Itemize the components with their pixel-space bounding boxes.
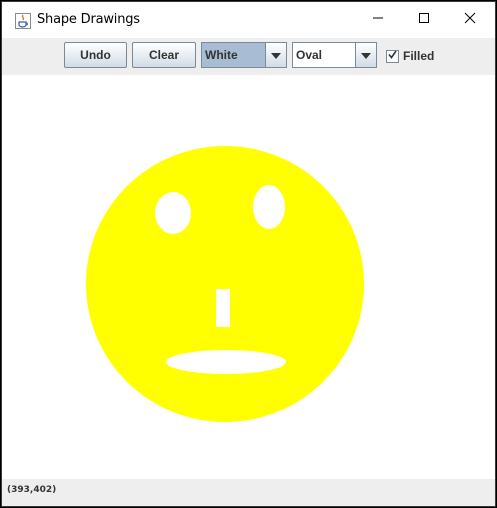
close-icon [464,11,476,29]
minimize-icon [372,11,384,29]
minimize-button[interactable] [355,2,401,38]
color-select-value: White [202,43,265,67]
mouth-oval [166,350,286,374]
clear-button[interactable]: Clear [132,42,196,68]
shape-dropdown-arrow[interactable] [355,43,376,67]
drawing-canvas[interactable] [2,75,495,479]
cursor-coordinates: (393,402) [7,485,57,495]
maximize-button[interactable] [401,2,447,38]
chevron-down-icon [271,46,281,64]
status-bar: (393,402) [2,479,495,506]
shape-select[interactable]: Oval [292,42,377,68]
nose-rectangle [216,289,230,327]
color-select[interactable]: White [201,42,287,68]
face-oval [86,146,364,422]
filled-checkbox[interactable] [386,49,399,63]
undo-button[interactable]: Undo [64,42,127,68]
app-window: Shape Drawings Undo Clear White Oval Fil… [1,1,496,507]
left-eye-oval [155,192,191,234]
chevron-down-icon [361,46,371,64]
right-eye-oval [253,185,285,229]
maximize-icon [418,11,430,29]
color-dropdown-arrow[interactable] [265,43,286,67]
shape-select-value: Oval [293,43,355,67]
filled-checkbox-group[interactable]: Filled [386,49,434,63]
drawing-surface [86,146,364,422]
window-title: Shape Drawings [37,12,140,27]
toolbar: Undo Clear White Oval Filled [2,38,495,75]
title-bar: Shape Drawings [2,2,495,38]
close-button[interactable] [447,2,493,38]
filled-checkbox-label: Filled [403,49,435,63]
checkmark-icon [388,50,397,62]
java-app-icon [15,13,31,29]
